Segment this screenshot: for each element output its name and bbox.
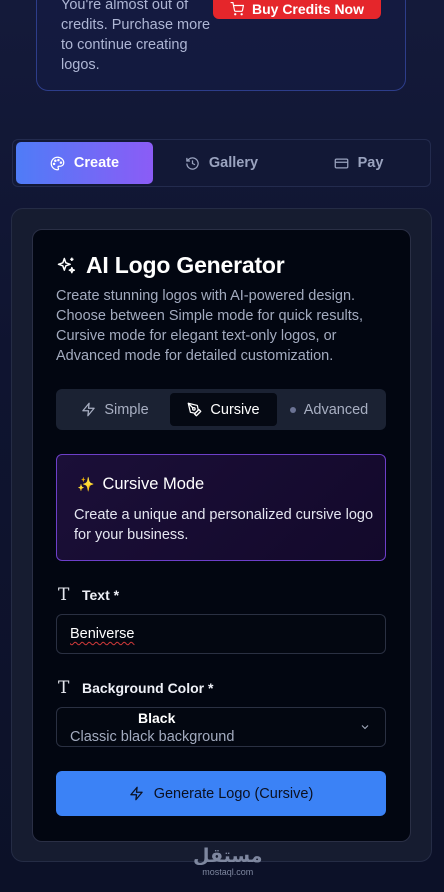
tab-gallery[interactable]: Gallery	[153, 142, 290, 184]
watermark-logo: مستقل mostaql.com	[193, 846, 263, 877]
page-title: AI Logo Generator	[86, 252, 285, 278]
tab-create[interactable]: Create	[16, 142, 153, 184]
bg-color-select[interactable]: Black Classic black background	[56, 707, 386, 747]
pen-tool-icon	[188, 402, 202, 417]
generator-header: AI Logo Generator	[56, 252, 285, 279]
text-input[interactable]: Beniverse	[56, 614, 386, 654]
shopping-cart-icon	[230, 2, 244, 16]
bg-color-label: Background Color *	[82, 680, 214, 696]
mode-switch: Simple Cursive Advanced	[56, 389, 386, 430]
mode-advanced[interactable]: Advanced	[277, 393, 381, 426]
watermark-main: مستقل	[193, 845, 263, 867]
main-tab-bar: Create Gallery Pay	[12, 139, 431, 187]
cursive-info-header: ✨ Cursive Mode	[77, 475, 204, 494]
buy-credits-button[interactable]: Buy Credits Now	[213, 0, 381, 19]
cursive-info-title: Cursive Mode	[102, 475, 205, 493]
cursive-mode-info: ✨ Cursive Mode Create a unique and perso…	[56, 454, 386, 561]
chevron-down-icon	[361, 725, 369, 730]
dot-icon	[289, 406, 296, 413]
mode-advanced-label: Advanced	[303, 401, 369, 418]
type-icon: T	[58, 585, 70, 605]
sparkle-icon: ✨	[77, 476, 95, 492]
generator-description: Create stunning logos with AI-powered de…	[56, 288, 364, 364]
text-label: Text *	[82, 587, 120, 603]
generate-logo-button[interactable]: Generate Logo (Cursive)	[56, 771, 386, 816]
cursive-info-text: Create a unique and personalized cursive…	[74, 507, 374, 543]
zap-icon	[82, 402, 96, 417]
sparkles-icon	[57, 257, 76, 273]
credits-warning-text: You're almost out of credits. Purchase m…	[61, 0, 211, 73]
generate-logo-label: Generate Logo (Cursive)	[153, 785, 314, 802]
tab-gallery-label: Gallery	[208, 155, 259, 171]
credits-warning-card: You're almost out of credits. Purchase m…	[36, 0, 406, 91]
history-icon	[186, 156, 199, 170]
text-field-label: T Text *	[58, 585, 119, 605]
bg-color-field-label: T Background Color *	[58, 678, 213, 698]
type-icon: T	[58, 678, 70, 698]
zap-icon	[129, 786, 143, 801]
mode-cursive-label: Cursive	[210, 401, 260, 418]
mode-simple-label: Simple	[104, 401, 149, 418]
buy-credits-label: Buy Credits Now	[251, 1, 364, 17]
tab-create-label: Create	[73, 155, 120, 171]
mode-simple[interactable]: Simple	[60, 393, 170, 426]
text-input-value: Beniverse	[70, 626, 135, 642]
tab-pay[interactable]: Pay	[290, 142, 427, 184]
palette-icon	[50, 156, 65, 170]
mode-cursive[interactable]: Cursive	[170, 393, 277, 426]
bg-color-value: Black	[138, 710, 176, 726]
bg-color-description: Classic black background	[70, 729, 235, 745]
tab-pay-label: Pay	[357, 155, 384, 171]
credit-card-icon	[334, 158, 348, 168]
watermark-sub: mostaql.com	[202, 867, 254, 877]
